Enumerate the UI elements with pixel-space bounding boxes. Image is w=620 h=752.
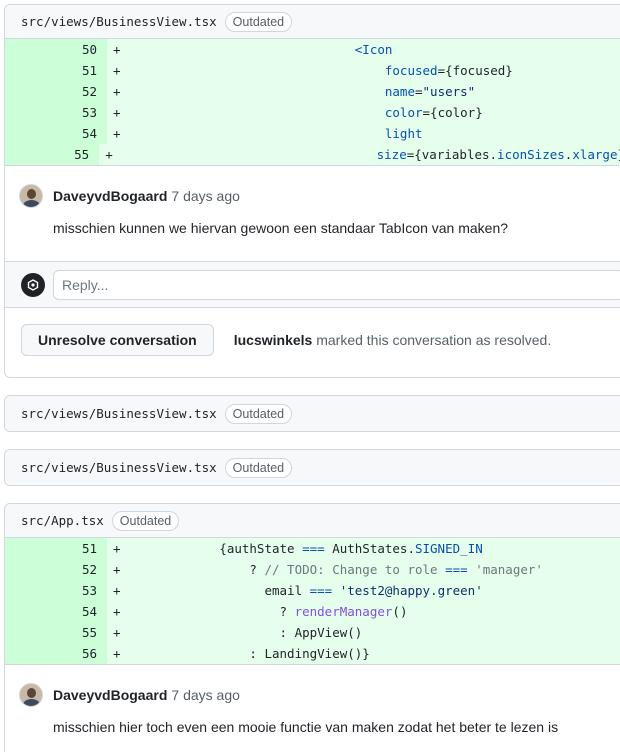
- avatar[interactable]: [19, 683, 43, 707]
- line-number[interactable]: 54: [5, 123, 107, 144]
- outdated-badge: Outdated: [224, 457, 293, 478]
- review-comment: DaveyvdBogaard 7 days ago misschien kunn…: [5, 165, 620, 261]
- line-number[interactable]: 55: [5, 144, 100, 165]
- code-text: name="users": [384, 84, 476, 99]
- review-comment: DaveyvdBogaard 7 days ago misschien hier…: [5, 664, 620, 752]
- comment-author[interactable]: DaveyvdBogaard: [53, 687, 167, 703]
- comment-timestamp[interactable]: 7 days ago: [171, 687, 240, 703]
- file-path-link[interactable]: src/views/BusinessView.tsx: [21, 460, 217, 475]
- comment-author[interactable]: DaveyvdBogaard: [53, 188, 167, 204]
- diff-sign: +: [113, 646, 121, 661]
- line-number[interactable]: 51: [5, 60, 107, 81]
- code-text: : LandingView()}: [129, 646, 370, 661]
- diff-line: 55 + size={variables.iconSizes.xlarge}: [5, 144, 620, 165]
- resolved-status: lucswinkels marked this conversation as …: [234, 332, 551, 348]
- diff-sign: +: [105, 147, 113, 162]
- outdated-badge: Outdated: [111, 510, 180, 531]
- line-number[interactable]: 54: [5, 601, 107, 622]
- code-text: ? // TODO: Change to role === 'manager': [129, 562, 543, 577]
- diff-sign: +: [113, 625, 121, 640]
- code-text: <Icon: [354, 42, 393, 57]
- file-header: src/views/BusinessView.tsx Outdated: [5, 396, 620, 431]
- diff-line: 54 + light: [5, 123, 620, 144]
- comment-timestamp[interactable]: 7 days ago: [171, 188, 240, 204]
- resolved-by-user[interactable]: lucswinkels: [234, 332, 313, 348]
- line-number[interactable]: 53: [5, 102, 107, 123]
- outdated-badge: Outdated: [224, 403, 293, 424]
- outdated-badge: Outdated: [224, 11, 293, 32]
- review-thread-collapsed[interactable]: src/views/BusinessView.tsx Outdated: [4, 449, 620, 486]
- line-number[interactable]: 53: [5, 580, 107, 601]
- diff-line: 56 + : LandingView()}: [5, 643, 620, 664]
- line-number[interactable]: 51: [5, 538, 107, 559]
- code-text: email === 'test2@happy.green': [129, 583, 483, 598]
- comment-body: misschien hier toch even een mooie funct…: [53, 719, 559, 735]
- user-avatar: [21, 272, 45, 297]
- github-user-icon: [27, 278, 39, 291]
- diff-line: 51 + focused={focused}: [5, 60, 620, 81]
- review-thread-collapsed[interactable]: src/views/BusinessView.tsx Outdated: [4, 395, 620, 432]
- diff-sign: +: [113, 42, 121, 57]
- file-header: src/views/BusinessView.tsx Outdated: [5, 5, 620, 39]
- comment-body: misschien kunnen we hiervan gewoon een s…: [53, 220, 509, 236]
- diff-snippet: 51 + {authState === AuthStates.SIGNED_IN 5…: [5, 538, 620, 664]
- resolved-message: marked this conversation as resolved.: [312, 331, 552, 348]
- diff-sign: +: [113, 126, 121, 141]
- diff-sign: +: [113, 562, 121, 577]
- diff-sign: +: [113, 105, 121, 120]
- code-text: focused={focused}: [384, 63, 513, 78]
- diff-line: 53 + color={color}: [5, 102, 620, 123]
- code-text: ? renderManager(): [129, 604, 408, 619]
- line-number[interactable]: 56: [5, 643, 107, 664]
- diff-sign: +: [113, 84, 121, 99]
- diff-sign: +: [113, 63, 121, 78]
- file-path-link[interactable]: src/views/BusinessView.tsx: [21, 406, 217, 421]
- diff-line: 53 + email === 'test2@happy.green': [5, 580, 620, 601]
- diff-line: 52 + name="users": [5, 81, 620, 102]
- diff-sign: +: [113, 604, 121, 619]
- diff-line: 54 + ? renderManager(): [5, 601, 620, 622]
- file-header: src/App.tsx Outdated: [5, 504, 620, 538]
- code-text: color={color}: [384, 105, 483, 120]
- review-thread-app: src/App.tsx Outdated 51 + {authState === …: [4, 503, 620, 752]
- file-path-link[interactable]: src/views/BusinessView.tsx: [21, 14, 217, 29]
- diff-sign: +: [113, 541, 121, 556]
- line-number[interactable]: 52: [5, 559, 107, 580]
- code-text: : AppView(): [129, 625, 363, 640]
- line-number[interactable]: 55: [5, 622, 107, 643]
- reply-row: Reply...: [5, 261, 620, 307]
- unresolve-conversation-button[interactable]: Unresolve conversation: [21, 323, 214, 356]
- diff-sign: +: [113, 583, 121, 598]
- code-text: {authState === AuthStates.SIGNED_IN: [129, 541, 483, 556]
- review-thread-businessview: src/views/BusinessView.tsx Outdated 50 + …: [4, 4, 620, 378]
- resolve-row: Unresolve conversation lucswinkels marke…: [5, 307, 620, 371]
- code-text: light: [384, 126, 423, 141]
- line-number[interactable]: 52: [5, 81, 107, 102]
- reply-input[interactable]: Reply...: [53, 269, 620, 300]
- line-number[interactable]: 50: [5, 39, 107, 60]
- code-text: size={variables.iconSizes.xlarge}: [376, 147, 620, 162]
- diff-line: 55 + : AppView(): [5, 622, 620, 643]
- diff-line: 52 + ? // TODO: Change to role === 'manag…: [5, 559, 620, 580]
- diff-snippet: 50 + <Icon 51 + focused={focused} 52 + name="…: [5, 39, 620, 165]
- diff-line: 51 + {authState === AuthStates.SIGNED_IN: [5, 538, 620, 559]
- file-header: src/views/BusinessView.tsx Outdated: [5, 450, 620, 485]
- diff-line: 50 + <Icon: [5, 39, 620, 60]
- file-path-link[interactable]: src/App.tsx: [21, 513, 104, 528]
- avatar[interactable]: [19, 184, 43, 208]
